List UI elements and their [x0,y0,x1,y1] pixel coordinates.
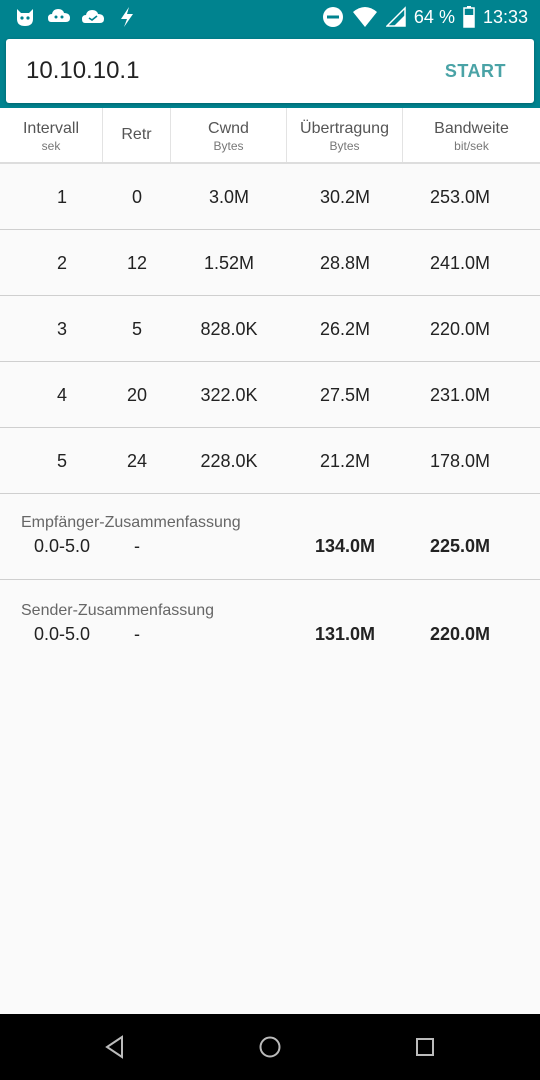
cell-retr: 0 [131,187,142,207]
cell-cwnd: 322.0K [200,385,258,405]
cell-interval: 1 [56,187,67,207]
start-button[interactable]: START [445,61,506,82]
home-icon[interactable] [257,1034,283,1060]
cell-transfer: 27.5M [319,385,371,405]
table-row: 2 12 1.52M 28.8M 241.0M [0,230,540,296]
host-input[interactable] [26,57,406,85]
cell-interval: 5 [56,451,67,471]
app-icon-3 [80,5,106,29]
wifi-icon [352,6,378,28]
summary-transfer: 134.0M [314,536,376,556]
summary-title: Empfänger-Zusammenfassung [21,514,241,531]
summary-retr: - [134,536,140,556]
summary-interval: 0.0-5.0 [33,536,91,556]
column-header-interval: Intervall sek [0,108,103,162]
signal-icon [385,6,406,28]
clock: 13:33 [482,6,528,27]
column-header-bandwidth: Bandweite bit/sek [434,120,509,153]
cell-bandwidth: 178.0M [429,451,491,471]
table-row: 4 20 322.0K 27.5M 231.0M [0,362,540,428]
cell-cwnd: 828.0K [200,319,258,339]
summary-title: Sender-Zusammenfassung [21,602,214,619]
cell-bandwidth: 231.0M [429,385,491,405]
cell-transfer: 21.2M [319,451,371,471]
cell-transfer: 28.8M [319,253,371,273]
battery-icon [463,6,475,28]
cell-bandwidth: 241.0M [429,253,491,273]
notification-icons [12,5,140,29]
cell-retr: 24 [126,451,148,471]
cell-transfer: 30.2M [319,187,371,207]
cell-retr: 20 [126,385,148,405]
table-row: 3 5 828.0K 26.2M 220.0M [0,296,540,362]
system-status: 64 % 13:33 [322,4,528,30]
table-row: 5 24 228.0K 21.2M 178.0M [0,428,540,494]
cell-bandwidth: 220.0M [429,319,491,339]
column-header-cwnd: Cwnd Bytes [171,108,287,162]
table-row: 1 0 3.0M 30.2M 253.0M [0,164,540,230]
table-header: Intervall sek Retr Cwnd Bytes Übertragun… [0,108,540,164]
app-bar: START [0,34,540,108]
summary-interval: 0.0-5.0 [33,624,91,644]
cell-interval: 4 [56,385,67,405]
navigation-bar [0,1014,540,1080]
cell-cwnd: 1.52M [203,253,255,273]
host-card: START [6,39,534,103]
do-not-disturb-icon [322,6,344,28]
cell-cwnd: 3.0M [208,187,250,207]
recents-icon[interactable] [412,1034,438,1060]
back-icon[interactable] [102,1034,128,1060]
app-icon-1 [12,5,38,29]
summary-retr: - [134,624,140,644]
cell-bandwidth: 253.0M [429,187,491,207]
status-bar: 64 % 13:33 [0,0,540,34]
column-header-retr: Retr [103,108,171,162]
cell-interval: 2 [56,253,67,273]
receiver-summary: Empfänger-Zusammenfassung 0.0-5.0 - 134.… [0,492,540,580]
cell-transfer: 26.2M [319,319,371,339]
summary-bandwidth: 220.0M [429,624,491,644]
cell-retr: 5 [131,319,142,339]
flash-icon [114,5,140,29]
cell-retr: 12 [126,253,148,273]
column-header-transfer: Übertragung Bytes [287,108,403,162]
app-icon-2 [46,5,72,29]
sender-summary: Sender-Zusammenfassung 0.0-5.0 - 131.0M … [0,580,540,668]
battery-text: 64 % [413,6,455,27]
summary-bandwidth: 225.0M [429,536,491,556]
cell-cwnd: 228.0K [200,451,258,471]
cell-interval: 3 [56,319,67,339]
summary-transfer: 131.0M [314,624,376,644]
